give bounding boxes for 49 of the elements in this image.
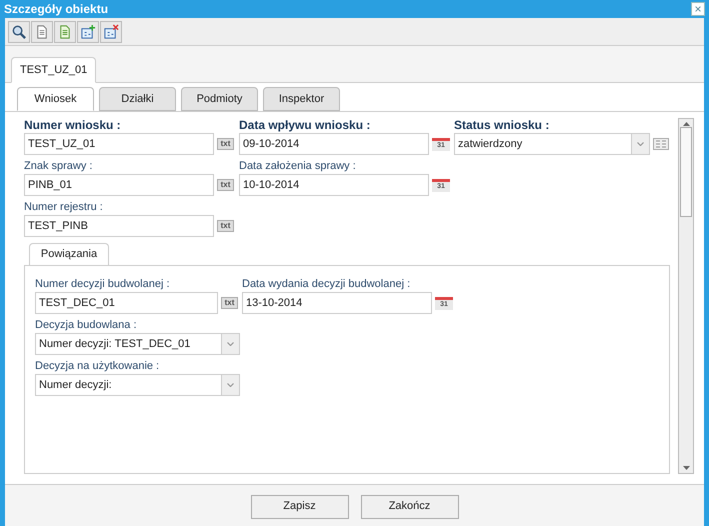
dropdown[interactable]: Numer decyzji: <box>35 374 240 396</box>
field-label: Data założenia sprawy : <box>239 159 357 173</box>
date-field[interactable]: 13-10-2014 <box>242 292 432 314</box>
scroll-down-icon[interactable] <box>682 466 690 470</box>
field-label: Numer wniosku : <box>24 118 122 132</box>
list-icon[interactable] <box>653 138 669 150</box>
field-label: Znak sprawy : <box>24 159 94 173</box>
text-field[interactable]: PINB_01 <box>24 174 214 196</box>
txt-button[interactable]: txt <box>221 297 238 309</box>
date-field[interactable]: 09-10-2014 <box>239 133 429 155</box>
text-field[interactable]: TEST_UZ_01 <box>24 133 214 155</box>
chevron-down-icon[interactable] <box>227 383 234 387</box>
grid-cross-icon[interactable] <box>100 20 122 42</box>
dropdown-toggle[interactable] <box>221 375 239 395</box>
close-button[interactable]: × <box>691 2 705 16</box>
dialog-button[interactable]: Zakończ <box>360 494 458 518</box>
chevron-down-icon[interactable] <box>637 142 644 146</box>
field-label: Decyzja na użytkowanie : <box>35 359 160 373</box>
tab[interactable]: Wniosek <box>17 87 94 111</box>
dropdown-toggle[interactable] <box>631 134 649 154</box>
field-label: Data wydania decyzji budwolanej : <box>242 277 412 291</box>
tab[interactable]: Podmioty <box>181 87 258 111</box>
dropdown-toggle[interactable] <box>221 334 239 354</box>
text-field[interactable]: TEST_PINB <box>24 215 214 237</box>
chevron-down-icon[interactable] <box>227 342 234 346</box>
field-label: Data wpływu wniosku : <box>239 118 372 132</box>
tab[interactable]: Powiązania <box>29 243 109 266</box>
window-title: Szczegóły obiektu <box>4 1 108 18</box>
scrollbar[interactable] <box>678 118 694 474</box>
dialog-button[interactable]: Zapisz <box>250 494 348 518</box>
scroll-thumb[interactable] <box>680 127 692 217</box>
txt-button[interactable]: txt <box>217 138 234 150</box>
field-label: Decyzja budowlana : <box>35 318 138 332</box>
field-label: Numer decyzji budwolanej : <box>35 277 171 291</box>
txt-button[interactable]: txt <box>217 220 234 232</box>
dropdown[interactable]: zatwierdzony <box>454 133 650 155</box>
dropdown[interactable]: Numer decyzji: TEST_DEC_01 <box>35 333 240 355</box>
grid-plus-icon[interactable] <box>77 20 99 42</box>
tab[interactable]: TEST_UZ_01 <box>11 57 96 83</box>
tab[interactable]: Inspektor <box>263 87 340 111</box>
date-field[interactable]: 10-10-2014 <box>239 174 429 196</box>
field-label: Numer rejestru : <box>24 200 104 214</box>
txt-button[interactable]: txt <box>217 179 234 191</box>
document-icon[interactable] <box>54 20 76 42</box>
magnifier-icon[interactable] <box>8 20 30 42</box>
field-label: Status wniosku : <box>454 118 550 132</box>
text-field[interactable]: TEST_DEC_01 <box>35 292 218 314</box>
document-icon[interactable] <box>31 20 53 42</box>
tab[interactable]: Działki <box>99 87 176 111</box>
